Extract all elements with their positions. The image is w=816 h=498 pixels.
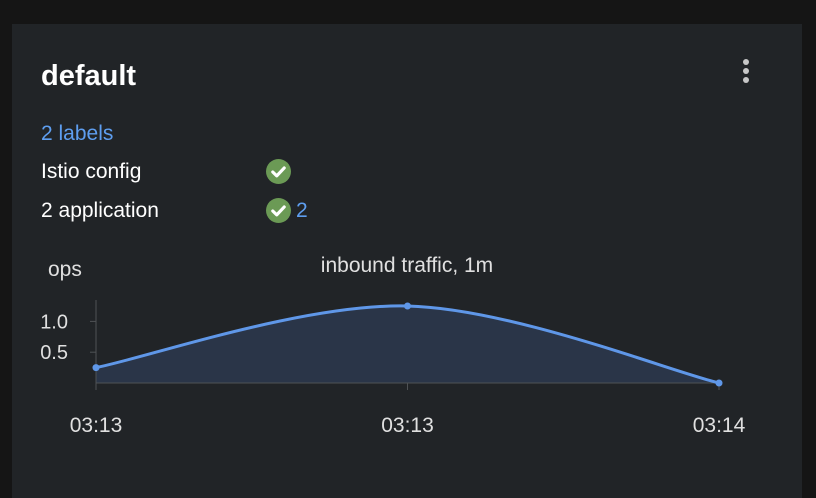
- inbound-traffic-chart: ops inbound traffic, 1m 0.5 1.0 03:13 03:13…: [40, 254, 746, 437]
- chart-data-point: [92, 364, 100, 372]
- chart-y-tick-label: 0.5: [40, 342, 68, 364]
- chart-title: inbound traffic, 1m: [321, 254, 493, 277]
- namespace-card: default 2 labels Istio config 2 applicat…: [12, 24, 802, 498]
- chart-plot-area: 0.5 1.0 03:13 03:13 03:14: [40, 300, 746, 437]
- chart-y-tick-label: 1.0: [40, 311, 68, 333]
- chart-data-point: [715, 379, 723, 387]
- chart-x-tick-label: 03:13: [381, 414, 434, 437]
- chart-data-point: [404, 302, 411, 310]
- chart-y-axis-label: ops: [48, 258, 82, 281]
- chart-x-tick-label: 03:13: [70, 414, 123, 437]
- chart-x-tick-label: 03:14: [693, 414, 746, 437]
